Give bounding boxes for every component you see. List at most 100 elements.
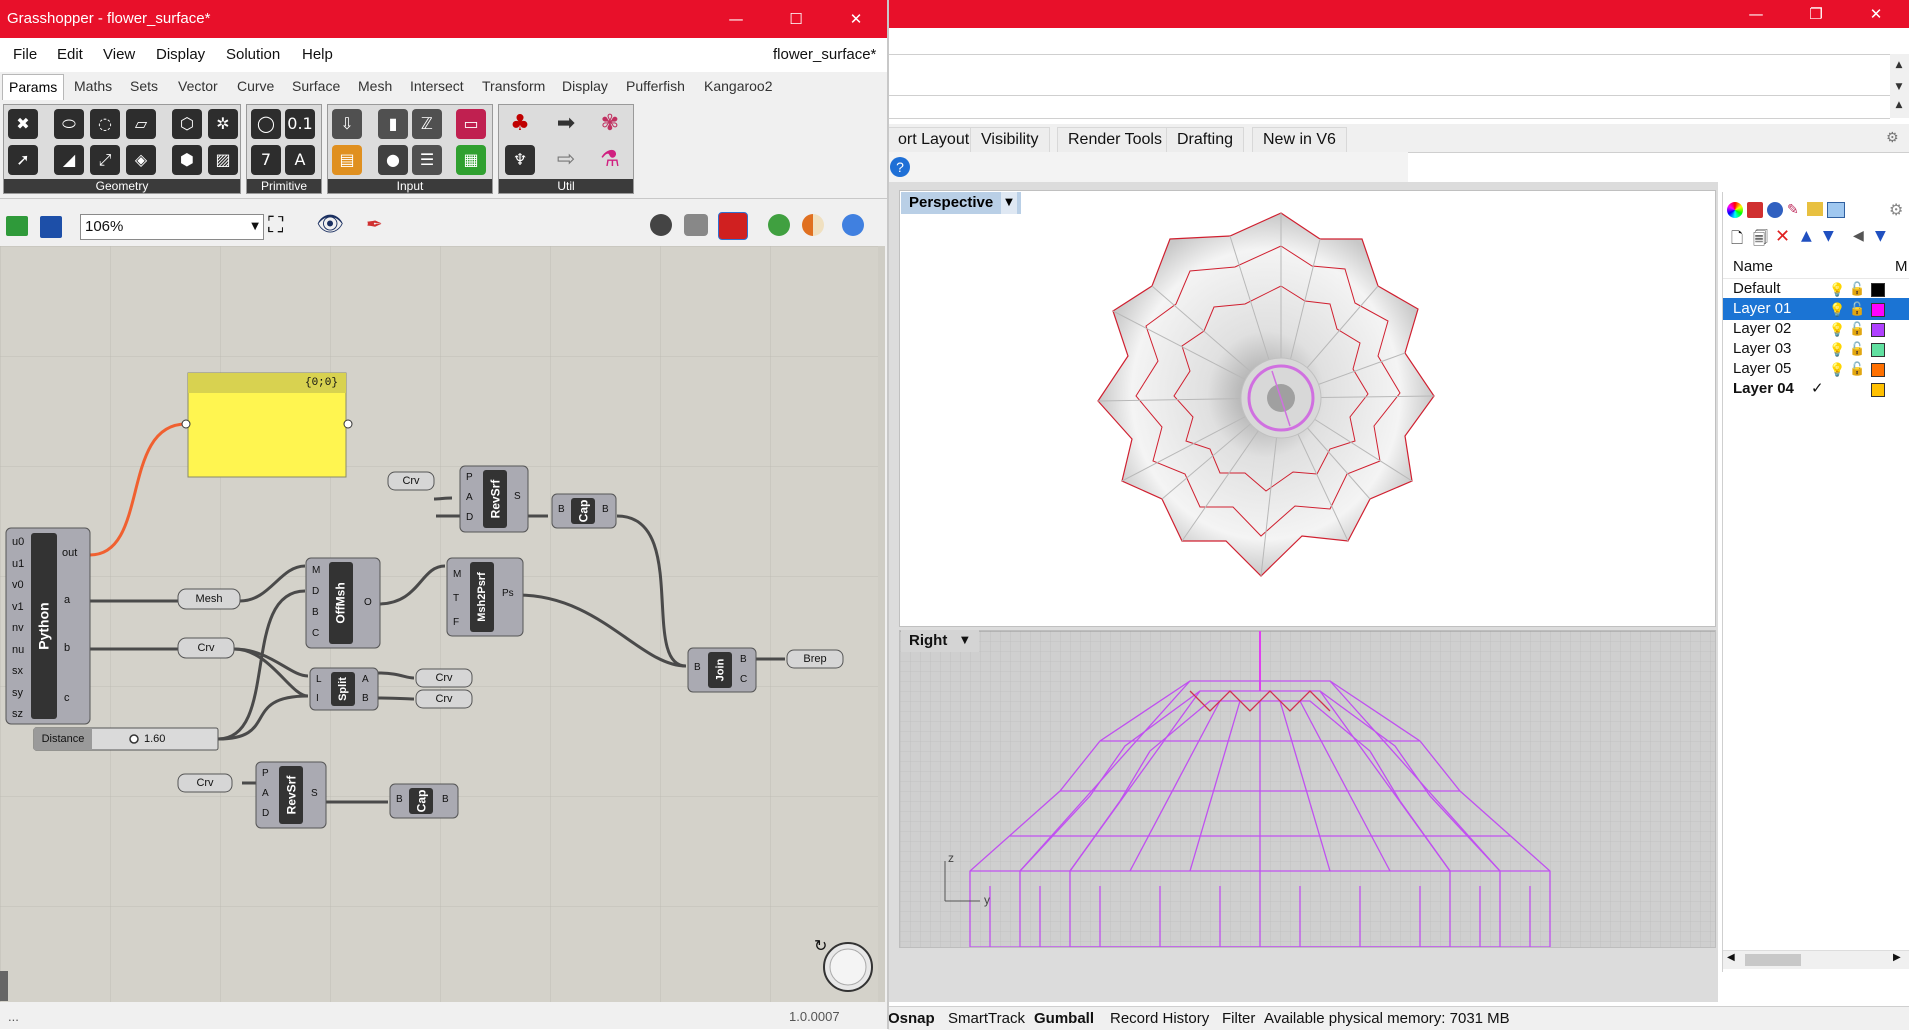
brep-icon[interactable]: ⬡ [172,109,202,139]
layer-color-swatch[interactable] [1871,323,1885,337]
material-icon[interactable] [802,214,824,236]
gradient-icon[interactable]: ▭ [456,109,486,139]
gumball-toggle[interactable]: Gumball [1034,1007,1094,1030]
sketch-icon[interactable]: ✒ [366,212,383,236]
tab-curve[interactable]: Curve [237,72,274,100]
layer-color-swatch[interactable] [1871,283,1885,297]
mesh-icon[interactable]: ✲ [208,109,238,139]
rhino-minimize-button[interactable]: — [1733,0,1779,28]
layer-row[interactable]: Layer 03 💡 🔓 [1723,338,1909,360]
layer-row[interactable]: Layer 01 💡 🔓 [1723,298,1909,320]
navigation-compass-icon[interactable]: ↻ [814,936,836,958]
new-layer-icon[interactable]: 🗋 [1731,228,1743,253]
tab-transform[interactable]: Transform [482,72,545,100]
rhino-command-scrollbar[interactable]: ▲ ▼ ▲ [1890,54,1909,118]
menu-edit[interactable]: Edit [57,38,83,72]
toggle-icon[interactable]: ▮ [378,109,408,139]
pencil-icon[interactable]: ✎ [1787,202,1799,218]
menu-solution[interactable]: Solution [226,38,280,72]
image-sampler-icon[interactable]: ▤ [332,145,362,175]
flask-icon[interactable]: ⚗ [595,145,625,175]
join-component[interactable]: Join [708,652,732,688]
scroll-left-icon[interactable]: ◀ [1727,952,1735,963]
point-icon[interactable]: ✖ [8,109,38,139]
perspective-viewport[interactable] [899,190,1716,627]
tab-layout[interactable]: ort Layout [888,127,981,152]
mesh-param[interactable]: Mesh [178,589,240,609]
filter-toggle[interactable]: Filter [1222,1007,1255,1030]
tab-sets[interactable]: Sets [130,72,158,100]
right-viewport-label[interactable]: Right ▼ [901,630,979,652]
tab-render-tools[interactable]: Render Tools [1057,127,1173,152]
tab-maths[interactable]: Maths [74,72,112,100]
split-component[interactable]: Split [331,672,355,706]
menu-help[interactable]: Help [302,38,333,72]
boolean-icon[interactable]: ◯ [251,109,281,139]
layer-row[interactable]: Layer 05 💡 🔓 [1723,358,1909,380]
tab-pufferfish[interactable]: Pufferfish [626,72,685,100]
tab-params[interactable]: Params [2,74,65,100]
tab-new-in-v6[interactable]: New in V6 [1252,127,1347,152]
revsrf-bottom-component[interactable]: RevSrf [279,766,303,824]
layer-color-swatch[interactable] [1871,343,1885,357]
crv-param[interactable]: Crv [178,638,234,658]
gh-minimize-button[interactable]: — [713,0,759,38]
rhino-restore-button[interactable]: ❐ [1793,0,1839,28]
tab-drafting[interactable]: Drafting [1166,127,1245,152]
crv-param-top[interactable]: Crv [388,472,434,490]
open-file-icon[interactable] [6,216,28,236]
move-up-icon[interactable]: ▲ [1801,228,1812,244]
ribbon-group-label[interactable]: Input [328,179,492,193]
button-icon[interactable]: ● [378,145,408,175]
circle-icon[interactable]: ⬭ [54,109,84,139]
matrix-icon[interactable]: ▦ [456,145,486,175]
number-icon[interactable]: 0.1 [285,109,315,139]
scroll-up-icon[interactable]: ▲ [1891,58,1907,72]
menu-view[interactable]: View [103,38,135,72]
grasshopper-canvas[interactable]: {0;0} u0 u1 v0 v1 nv nu sx sy sz Python out a b … [0,246,885,1002]
crv-param-bottom[interactable]: Crv [178,774,232,792]
preview-shaded-icon[interactable] [718,212,748,240]
layers-stack-icon[interactable] [1747,202,1763,218]
layer-row[interactable]: Layer 02 💡 🔓 [1723,318,1909,340]
crv-param-split-a[interactable]: Crv [416,669,472,687]
layer-row[interactable]: Default 💡 🔓 [1723,278,1909,300]
filter-icon[interactable]: ▼ [1875,228,1886,244]
value-list-icon[interactable]: ☰ [412,145,442,175]
gh-maximize-button[interactable]: ☐ [773,0,819,38]
tab-kangaroo2[interactable]: Kangaroo2 [704,72,773,100]
right-viewport[interactable]: z y [899,630,1716,948]
import-icon[interactable]: ⇩ [332,109,362,139]
curve-icon[interactable]: ◌ [90,109,120,139]
box-icon[interactable]: ◈ [126,145,156,175]
crv-param-split-b[interactable]: Crv [416,690,472,708]
graph-icon[interactable]: ℤ [412,109,442,139]
galapagos-icon[interactable]: ✾ [595,109,625,139]
layers-horizontal-scrollbar[interactable]: ◀ ▶ [1723,950,1909,969]
cap-component[interactable]: Cap [571,498,595,524]
preview-selected-icon[interactable] [768,214,790,236]
perspective-viewport-label[interactable]: Perspective ▼ [901,192,1021,214]
ribbon-group-label[interactable]: Primitive [247,179,321,193]
plane-icon[interactable]: ◢ [54,145,84,175]
scroll-right-icon[interactable]: ▶ [1893,952,1901,963]
vector-icon[interactable]: ➚ [8,145,38,175]
rhino-command-input[interactable] [888,98,1890,119]
distance-slider-value[interactable]: 1.60 [144,728,165,750]
tab-surface[interactable]: Surface [292,72,340,100]
scrollbar-thumb[interactable] [1745,954,1801,966]
color-wheel-icon[interactable] [1727,202,1743,218]
arrow-outline-icon[interactable]: ⇨ [551,145,581,175]
rhino-close-button[interactable]: ✕ [1853,0,1899,28]
help-icon[interactable]: ? [890,157,910,177]
chevron-down-icon[interactable]: ▼ [251,215,259,239]
gear-icon[interactable]: ⚙ [1886,130,1899,146]
display-icon[interactable] [1827,202,1845,218]
delete-layer-icon[interactable]: ✕ [1775,226,1790,247]
line-icon[interactable]: ⤢ [90,145,120,175]
gear-icon[interactable]: ⚙ [1889,200,1903,219]
new-sublayer-icon[interactable]: 🗐 [1753,228,1768,253]
brep-param[interactable]: Brep [787,650,843,668]
layer-row[interactable]: Layer 04 ✓ [1723,378,1909,400]
move-down-icon[interactable]: ▼ [1823,228,1834,244]
